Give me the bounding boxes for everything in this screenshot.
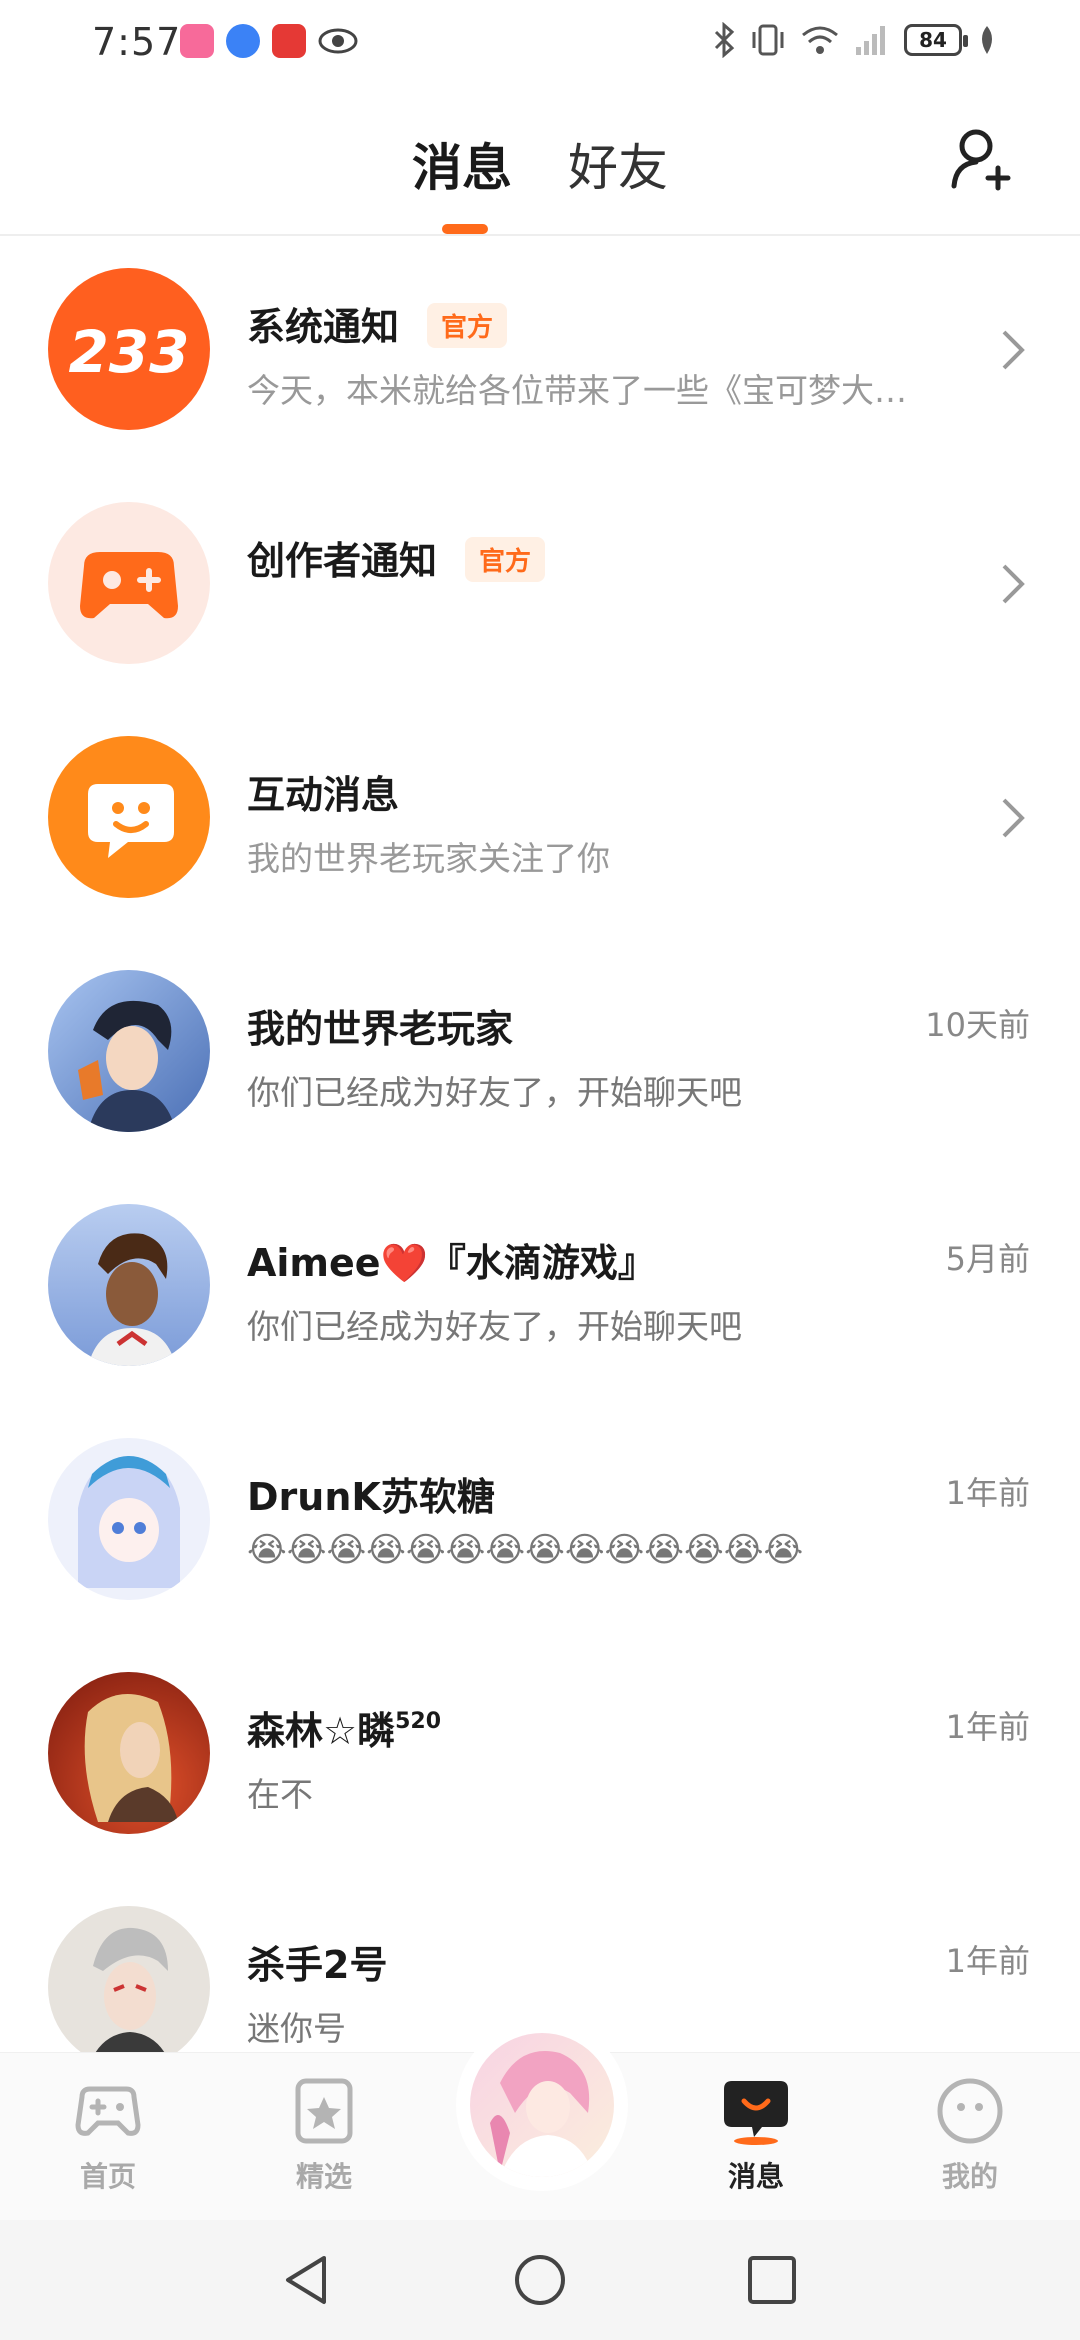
official-badge: 官方 [465, 537, 546, 582]
conversation-preview: 在不 [247, 1775, 313, 1814]
conversation-name: 创作者通知 官方 [247, 530, 546, 585]
wifi-icon [802, 26, 838, 54]
tab-friends[interactable]: 好友 [568, 128, 668, 200]
status-app-icons [180, 24, 358, 58]
gamepad-icon [80, 552, 178, 619]
chevron-right-icon [1002, 330, 1025, 370]
avatar-illustration [88, 1233, 176, 1366]
eye-icon [318, 28, 358, 54]
status-time: 7:57 [92, 20, 182, 64]
center-avatar-button[interactable] [470, 2033, 614, 2177]
conversation-name: 系统通知 官方 [247, 296, 508, 351]
nav-label: 消息 [727, 2160, 784, 2193]
conversation-name: 互动消息 [247, 773, 400, 817]
conversation-time: 1年前 [945, 1708, 1030, 1746]
name-superscript: 520 [395, 1709, 442, 1734]
conversation-name-text: 森林☆瞵 [247, 1709, 396, 1753]
conversation-name: 杀手2号 [247, 1943, 388, 1987]
vibrate-icon [752, 24, 784, 56]
conversation-item[interactable]: DrunK苏软糖 😭😭😭😭😭😭😭😭😭😭😭😭😭😭 1年前 [0, 1438, 1080, 1672]
conversation-time: 10天前 [925, 1006, 1030, 1044]
conversation-preview: 😭😭😭😭😭😭😭😭😭😭😭😭😭😭 [247, 1530, 804, 1570]
avatar-illustration [93, 1927, 168, 2052]
user-avatar [48, 1906, 210, 2052]
official-badge: 官方 [427, 303, 508, 348]
bottom-navigation: 首页 精选 消息 我的 [0, 2019, 1080, 2220]
user-avatar [48, 1204, 210, 1366]
star-bookmark-icon [295, 2078, 353, 2144]
tab-messages[interactable]: 消息 [412, 128, 512, 200]
conversation-item[interactable]: Aimee❤️『水滴游戏』 你们已经成为好友了，开始聊天吧 5月前 [0, 1204, 1080, 1438]
conversation-name: 我的世界老玩家 [247, 1007, 514, 1051]
conversation-time: 5月前 [945, 1240, 1030, 1278]
active-tab-indicator [442, 224, 488, 234]
signal-icon [856, 26, 885, 55]
nav-featured[interactable]: 精选 [254, 2075, 394, 2195]
leaf-icon [982, 26, 992, 54]
nav-label: 精选 [295, 2160, 352, 2193]
conversation-name-text: 创作者通知 [247, 539, 438, 583]
conversation-preview: 我的世界老玩家关注了你 [247, 839, 610, 878]
conversation-preview: 今天，本米就给各位带来了一些《宝可梦大… [247, 371, 907, 410]
bilibili-app-icon [180, 24, 214, 58]
back-icon[interactable] [280, 2252, 336, 2308]
avatar-illustration [84, 1694, 178, 1822]
system-navigation-bar [0, 2220, 1080, 2340]
battery-indicator: 84 [904, 24, 968, 56]
nav-label: 首页 [79, 2160, 136, 2193]
status-right-icons: 84 [712, 22, 998, 58]
user-avatar [48, 1672, 210, 1834]
conversation-time: 1年前 [945, 1474, 1030, 1512]
recents-square-icon[interactable] [744, 2252, 800, 2308]
system-avatar-text: 233 [68, 318, 190, 386]
bluetooth-icon [714, 22, 735, 58]
user-avatar [48, 970, 210, 1132]
conversation-preview: 你们已经成为好友了，开始聊天吧 [247, 1073, 742, 1112]
huawei-app-icon [272, 24, 306, 58]
home-circle-icon[interactable] [512, 2252, 568, 2308]
nav-me[interactable]: 我的 [900, 2075, 1040, 2195]
add-person-icon[interactable] [948, 124, 1018, 194]
user-avatar [48, 1438, 210, 1600]
chat-bubble-icon [724, 2081, 788, 2145]
face-icon [937, 2078, 1003, 2144]
conversation-name: DrunK苏软糖 [247, 1475, 495, 1519]
conversation-preview: 你们已经成为好友了，开始聊天吧 [247, 1307, 742, 1346]
conversation-system-notice[interactable]: 233 系统通知 官方 今天，本米就给各位带来了一些《宝可梦大… [0, 268, 1080, 502]
conversation-time: 1年前 [945, 1942, 1030, 1980]
chevron-right-icon [1002, 798, 1025, 838]
interaction-avatar [48, 736, 210, 898]
conversation-list: 233 系统通知 官方 今天，本米就给各位带来了一些《宝可梦大… 创作者通知 官方 [0, 238, 1080, 2052]
conversation-creator-notice[interactable]: 创作者通知 官方 [0, 502, 1080, 736]
avatar-illustration [78, 1456, 180, 1588]
creator-avatar [48, 502, 210, 664]
status-bar: 7:57 84 [0, 0, 1080, 86]
avatar-illustration [78, 1000, 176, 1132]
avatar-illustration [490, 2051, 594, 2177]
smile-bubble-icon [88, 784, 174, 858]
system-avatar: 233 [48, 268, 210, 430]
nav-home[interactable]: 首页 [38, 2075, 178, 2195]
chevron-right-icon [1002, 564, 1025, 604]
nav-messages[interactable]: 消息 [686, 2075, 826, 2195]
conversation-name: 森林☆瞵520 [247, 1700, 441, 1755]
conversation-name: Aimee❤️『水滴游戏』 [247, 1241, 656, 1285]
gamepad-icon [75, 2086, 141, 2136]
conversation-item[interactable]: 我的世界老玩家 你们已经成为好友了，开始聊天吧 10天前 [0, 970, 1080, 1204]
message-header: 消息 好友 [0, 86, 1080, 236]
conversation-interaction[interactable]: 互动消息 我的世界老玩家关注了你 [0, 736, 1080, 970]
nav-label: 我的 [941, 2160, 998, 2193]
browser-app-icon [226, 24, 260, 58]
conversation-item[interactable]: 森林☆瞵520 在不 1年前 [0, 1672, 1080, 1906]
conversation-name-text: 系统通知 [247, 305, 400, 349]
conversation-preview: 迷你号 [247, 2009, 346, 2048]
